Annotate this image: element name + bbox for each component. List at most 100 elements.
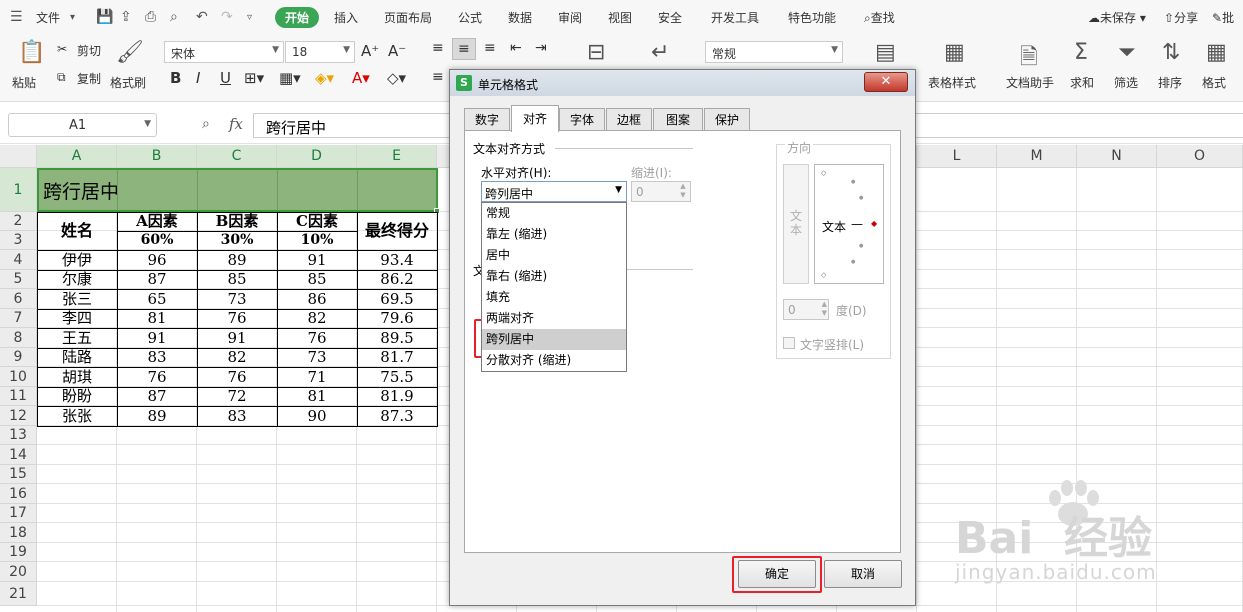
tab-alignment[interactable]: 对齐	[511, 105, 559, 132]
row-header-10[interactable]: 10	[0, 367, 37, 387]
table-cell[interactable]: 81.9	[357, 387, 437, 406]
align-left-icon[interactable]: ≡	[432, 69, 444, 85]
dropdown-option[interactable]: 两端对齐	[482, 308, 626, 329]
row-header-17[interactable]: 17	[0, 504, 37, 523]
table-cell[interactable]: 91	[197, 328, 277, 348]
decrease-font-icon[interactable]: A⁻	[388, 42, 406, 60]
font-color-icon[interactable]: A▾	[352, 69, 370, 87]
select-all-corner[interactable]	[0, 145, 37, 168]
table-cell[interactable]: 69.5	[357, 289, 437, 309]
table-cell[interactable]: 85	[277, 270, 357, 289]
table-cell[interactable]: 胡琪	[37, 367, 117, 387]
table-cell[interactable]: 65	[117, 289, 197, 309]
table-cell[interactable]: 86.2	[357, 270, 437, 289]
align-top-icon[interactable]: ≡	[432, 40, 444, 56]
tab-home[interactable]: 开始	[275, 7, 320, 28]
vertical-text-button[interactable]: 文本	[783, 164, 809, 284]
indent-stepper[interactable]: 0 ▲ ▼	[631, 181, 691, 202]
tab-review[interactable]: 审阅	[558, 9, 582, 26]
row-header-18[interactable]: 18	[0, 523, 37, 543]
table-cell[interactable]: 85	[197, 270, 277, 289]
row-header-20[interactable]: 20	[0, 562, 37, 582]
file-menu[interactable]: 文件	[36, 9, 60, 26]
save-icon[interactable]: 💾	[96, 9, 113, 25]
table-cell[interactable]: 陆路	[37, 348, 117, 367]
table-cell[interactable]: 81	[117, 309, 197, 328]
table-cell[interactable]: 李四	[37, 309, 117, 328]
header-name[interactable]: 姓名	[37, 212, 117, 250]
dropdown-option[interactable]: 填充	[482, 287, 626, 308]
menu-icon[interactable]: ☰	[10, 9, 23, 25]
share-button[interactable]: ⇧分享	[1164, 9, 1198, 26]
table-cell[interactable]: 76	[117, 367, 197, 387]
column-header-b[interactable]: B	[117, 145, 197, 168]
row-header-3[interactable]: 3	[0, 231, 37, 250]
row-header-9[interactable]: 9	[0, 348, 37, 367]
merge-center-icon[interactable]: ⊟	[587, 40, 605, 65]
search-button[interactable]: ⌕查找	[864, 9, 895, 26]
column-header-d[interactable]: D	[277, 145, 357, 168]
header-factor-2[interactable]: B因素	[197, 212, 277, 231]
table-cell[interactable]: 尔康	[37, 270, 117, 289]
column-header-n[interactable]: N	[1077, 145, 1157, 168]
name-box[interactable]: A1 ▼	[8, 113, 157, 137]
row-header-7[interactable]: 7	[0, 309, 37, 328]
horizontal-align-select[interactable]: 跨列居中 ▼	[481, 181, 627, 202]
row-header-4[interactable]: 4	[0, 250, 37, 270]
header-factor-1[interactable]: A因素	[117, 212, 197, 231]
table-cell[interactable]: 83	[117, 348, 197, 367]
tab-number[interactable]: 数字	[464, 108, 510, 131]
table-cell[interactable]: 89.5	[357, 328, 437, 348]
row-header-19[interactable]: 19	[0, 543, 37, 562]
dropdown-option[interactable]: 居中	[482, 245, 626, 266]
row-header-12[interactable]: 12	[0, 406, 37, 426]
row-header-6[interactable]: 6	[0, 289, 37, 309]
print-icon[interactable]: ⎙	[145, 9, 156, 25]
table-cell[interactable]: 82	[277, 309, 357, 328]
row-header-21[interactable]: 21	[0, 582, 37, 606]
table-cell[interactable]: 96	[117, 250, 197, 270]
table-cell[interactable]: 76	[197, 309, 277, 328]
align-middle-button[interactable]: ≡	[452, 38, 476, 60]
header-factor-3[interactable]: C因素	[277, 212, 357, 231]
quick-access-dropdown-icon[interactable]: ▿	[247, 12, 252, 23]
format-painter-button[interactable]: 🖌 格式刷	[108, 40, 150, 96]
table-cell[interactable]: 89	[117, 406, 197, 426]
tab-border[interactable]: 边框	[606, 108, 652, 131]
conditional-format-icon[interactable]: ▤	[875, 40, 896, 65]
tab-pattern[interactable]: 图案	[653, 108, 703, 131]
table-cell[interactable]: 盼盼	[37, 387, 117, 406]
table-cell[interactable]: 82	[197, 348, 277, 367]
column-header-a[interactable]: A	[37, 145, 117, 168]
undo-icon[interactable]: ↶	[196, 9, 208, 25]
table-cell[interactable]: 86	[277, 289, 357, 309]
row-header-14[interactable]: 14	[0, 445, 37, 465]
row-header-8[interactable]: 8	[0, 328, 37, 348]
row-header-1[interactable]: 1	[0, 168, 37, 212]
tab-formulas[interactable]: 公式	[458, 9, 482, 26]
unsaved-button[interactable]: ☁未保存 ▾	[1088, 9, 1146, 26]
cell-a1[interactable]: 跨行居中	[37, 168, 438, 212]
table-style-button[interactable]: ▦ 表格样式	[924, 40, 986, 96]
table-cell[interactable]: 91	[277, 250, 357, 270]
zoom-icon[interactable]: ⌕	[202, 116, 210, 132]
table-cell[interactable]: 87.3	[357, 406, 437, 426]
decrease-indent-icon[interactable]: ⇤	[510, 40, 522, 56]
wrap-text-icon[interactable]: ↵	[651, 40, 669, 65]
border-icon[interactable]: ⊞▾	[244, 69, 264, 87]
format-button[interactable]: ▦ 格式	[1200, 40, 1236, 96]
tab-page-layout[interactable]: 页面布局	[384, 9, 432, 26]
cancel-button[interactable]: 取消	[824, 560, 902, 588]
print-preview-icon[interactable]: ⌕	[170, 9, 178, 25]
row-header-16[interactable]: 16	[0, 484, 37, 504]
weight-3[interactable]: 10%	[277, 231, 357, 250]
dialog-title-bar[interactable]: S 单元格格式 ✕	[450, 70, 915, 96]
tab-security[interactable]: 安全	[658, 9, 682, 26]
sum-button[interactable]: Σ 求和	[1068, 40, 1104, 96]
tab-developer[interactable]: 开发工具	[711, 9, 759, 26]
row-header-11[interactable]: 11	[0, 387, 37, 406]
column-header-m[interactable]: M	[997, 145, 1077, 168]
dropdown-option[interactable]: 靠右 (缩进)	[482, 266, 626, 287]
table-cell[interactable]: 75.5	[357, 367, 437, 387]
tab-protection[interactable]: 保护	[704, 108, 750, 131]
